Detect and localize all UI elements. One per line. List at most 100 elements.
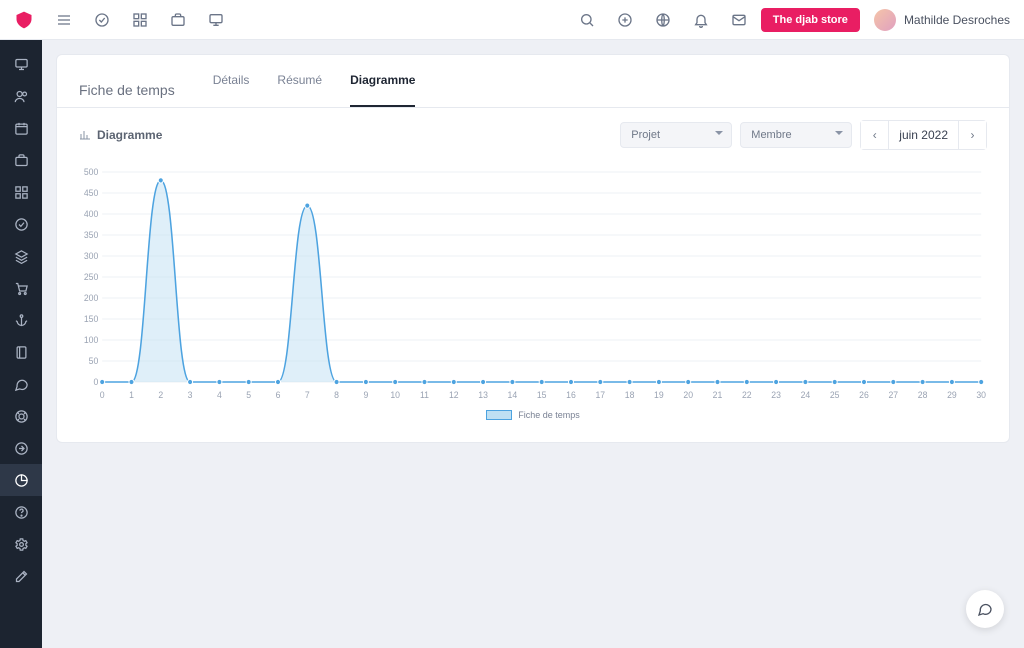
tab-resume[interactable]: Résumé xyxy=(277,73,322,107)
svg-text:50: 50 xyxy=(89,356,99,366)
svg-text:23: 23 xyxy=(771,390,781,400)
nav-pie[interactable] xyxy=(0,464,42,496)
month-next[interactable]: › xyxy=(958,121,986,149)
nav-calendar[interactable] xyxy=(0,112,42,144)
nav-help[interactable] xyxy=(0,496,42,528)
tab-details[interactable]: Détails xyxy=(213,73,250,107)
chart-section-label: Diagramme xyxy=(97,128,162,142)
month-navigator: ‹ juin 2022 › xyxy=(860,120,987,150)
avatar[interactable] xyxy=(874,9,896,31)
app-logo xyxy=(14,10,34,30)
svg-text:28: 28 xyxy=(918,390,928,400)
check-icon[interactable] xyxy=(94,12,110,28)
nav-arrow-circle[interactable] xyxy=(0,432,42,464)
chat-icon xyxy=(977,601,993,617)
nav-edit[interactable] xyxy=(0,560,42,592)
nav-settings[interactable] xyxy=(0,528,42,560)
store-button[interactable]: The djab store xyxy=(761,8,860,32)
left-nav xyxy=(0,40,42,648)
svg-text:25: 25 xyxy=(830,390,840,400)
nav-users[interactable] xyxy=(0,80,42,112)
legend-label: Fiche de temps xyxy=(518,410,580,420)
svg-text:9: 9 xyxy=(363,390,368,400)
top-right-icons xyxy=(579,12,747,28)
svg-text:150: 150 xyxy=(84,314,99,324)
svg-text:15: 15 xyxy=(537,390,547,400)
select-projet[interactable]: Projet xyxy=(620,122,732,148)
timesheet-chart: 0501001502002503003504004505000123456789… xyxy=(79,166,987,404)
main: Fiche de temps Détails Résumé Diagramme … xyxy=(42,40,1024,457)
page-title: Fiche de temps xyxy=(79,82,175,98)
timesheet-card: Fiche de temps Détails Résumé Diagramme … xyxy=(56,54,1010,443)
svg-text:250: 250 xyxy=(84,272,99,282)
chart-legend: Fiche de temps xyxy=(79,410,987,420)
svg-text:13: 13 xyxy=(478,390,488,400)
svg-text:20: 20 xyxy=(683,390,693,400)
svg-text:11: 11 xyxy=(420,390,429,400)
monitor-icon[interactable] xyxy=(208,12,224,28)
svg-text:500: 500 xyxy=(84,167,99,177)
chart-toolbar: Diagramme Projet Membre ‹ juin 2022 › xyxy=(57,107,1009,162)
nav-chat[interactable] xyxy=(0,368,42,400)
bell-icon[interactable] xyxy=(693,12,709,28)
menu-icon[interactable] xyxy=(56,12,72,28)
svg-text:29: 29 xyxy=(947,390,957,400)
top-left-icons xyxy=(56,12,224,28)
chat-fab[interactable] xyxy=(966,590,1004,628)
legend-swatch xyxy=(486,410,512,420)
svg-text:0: 0 xyxy=(100,390,105,400)
svg-text:100: 100 xyxy=(84,335,99,345)
svg-text:21: 21 xyxy=(713,390,723,400)
svg-text:2: 2 xyxy=(158,390,163,400)
month-label: juin 2022 xyxy=(889,128,958,142)
svg-text:350: 350 xyxy=(84,230,99,240)
svg-text:10: 10 xyxy=(390,390,400,400)
card-header: Fiche de temps Détails Résumé Diagramme xyxy=(57,55,1009,107)
svg-text:12: 12 xyxy=(449,390,459,400)
svg-text:300: 300 xyxy=(84,251,99,261)
svg-text:200: 200 xyxy=(84,293,99,303)
nav-briefcase[interactable] xyxy=(0,144,42,176)
select-membre[interactable]: Membre xyxy=(740,122,852,148)
nav-layers[interactable] xyxy=(0,240,42,272)
mail-icon[interactable] xyxy=(731,12,747,28)
top-bar: The djab store Mathilde Desroches xyxy=(0,0,1024,40)
svg-text:27: 27 xyxy=(888,390,898,400)
svg-text:19: 19 xyxy=(654,390,664,400)
briefcase-icon[interactable] xyxy=(170,12,186,28)
svg-text:3: 3 xyxy=(188,390,193,400)
nav-monitor[interactable] xyxy=(0,48,42,80)
svg-text:24: 24 xyxy=(801,390,811,400)
svg-text:18: 18 xyxy=(625,390,635,400)
search-icon[interactable] xyxy=(579,12,595,28)
svg-text:1: 1 xyxy=(129,390,134,400)
svg-text:6: 6 xyxy=(276,390,281,400)
svg-text:16: 16 xyxy=(566,390,576,400)
nav-check-circle[interactable] xyxy=(0,208,42,240)
svg-text:4: 4 xyxy=(217,390,222,400)
svg-text:26: 26 xyxy=(859,390,869,400)
svg-text:22: 22 xyxy=(742,390,752,400)
svg-text:7: 7 xyxy=(305,390,310,400)
plus-icon[interactable] xyxy=(617,12,633,28)
globe-icon[interactable] xyxy=(655,12,671,28)
svg-text:450: 450 xyxy=(84,188,99,198)
tab-diagramme[interactable]: Diagramme xyxy=(350,73,415,107)
month-prev[interactable]: ‹ xyxy=(861,121,889,149)
svg-text:17: 17 xyxy=(595,390,605,400)
user-name: Mathilde Desroches xyxy=(904,13,1010,27)
nav-cart[interactable] xyxy=(0,272,42,304)
nav-life-ring[interactable] xyxy=(0,400,42,432)
svg-text:400: 400 xyxy=(84,209,99,219)
svg-text:0: 0 xyxy=(93,377,98,387)
svg-text:30: 30 xyxy=(976,390,986,400)
nav-notebook[interactable] xyxy=(0,336,42,368)
svg-text:8: 8 xyxy=(334,390,339,400)
svg-text:14: 14 xyxy=(508,390,518,400)
nav-dashboard[interactable] xyxy=(0,176,42,208)
svg-text:5: 5 xyxy=(246,390,251,400)
chart-section-title: Diagramme xyxy=(79,128,162,142)
grid-icon[interactable] xyxy=(132,12,148,28)
chart-area: 0501001502002503003504004505000123456789… xyxy=(57,162,1009,442)
nav-anchor[interactable] xyxy=(0,304,42,336)
